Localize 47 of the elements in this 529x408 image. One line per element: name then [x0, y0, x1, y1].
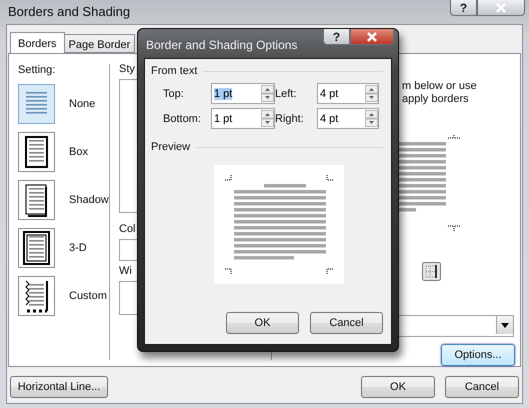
- instruction-text: m below or use: [402, 80, 477, 93]
- setting-option-label: Custom: [69, 290, 107, 302]
- bordered-page-icon[interactable]: [18, 276, 55, 316]
- spin-arrows-icon[interactable]: [365, 85, 378, 102]
- section-label: Preview: [151, 141, 190, 153]
- spin-field[interactable]: 4 pt: [317, 83, 379, 104]
- field-label: Left:: [275, 88, 298, 100]
- spin-arrows-icon[interactable]: [261, 85, 274, 102]
- options-button[interactable]: Options...: [441, 344, 515, 366]
- instruction-text: apply borders: [402, 93, 469, 106]
- section-label: From text: [151, 65, 198, 77]
- spin-arrows-icon[interactable]: [365, 110, 378, 127]
- spin-field[interactable]: 4 pt: [317, 108, 379, 129]
- ok-button[interactable]: OK: [361, 376, 435, 398]
- setting-option-label: None: [69, 98, 96, 110]
- field-label: Right:: [275, 112, 305, 124]
- field-label: Top:: [163, 88, 185, 100]
- tab[interactable]: Page Border: [64, 34, 136, 53]
- setting-option-label: Shadow: [69, 194, 109, 206]
- close-button[interactable]: [350, 29, 394, 45]
- spin-field[interactable]: 1 pt: [211, 108, 275, 129]
- tab[interactable]: Borders: [10, 32, 65, 53]
- style-label: Sty: [119, 63, 135, 75]
- window-title: Borders and Shading: [7, 3, 130, 19]
- bordered-page-icon[interactable]: [18, 228, 55, 268]
- dialog-title: Border and Shading Options: [145, 37, 298, 52]
- width-label: Wi: [119, 265, 132, 277]
- setting-option-label: Box: [69, 146, 88, 158]
- bordered-page-icon[interactable]: [18, 180, 55, 220]
- border-toggle-icon[interactable]: [422, 262, 441, 281]
- color-label: Col: [119, 223, 136, 235]
- close-icon: [366, 32, 378, 42]
- close-icon: [495, 2, 507, 12]
- spin-arrows-icon[interactable]: [261, 110, 274, 127]
- help-button[interactable]: ?: [323, 29, 350, 45]
- close-button[interactable]: [477, 0, 525, 16]
- horizontal-line-button[interactable]: Horizontal Line...: [10, 376, 108, 398]
- help-button[interactable]: ?: [450, 0, 477, 16]
- page-icon[interactable]: [18, 84, 55, 124]
- field-label: Bottom:: [163, 112, 202, 124]
- setting-label: Setting:: [18, 64, 56, 76]
- setting-option-label: 3-D: [69, 242, 87, 254]
- spin-field[interactable]: 1 pt: [211, 83, 275, 104]
- cancel-button[interactable]: Cancel: [310, 312, 383, 334]
- cancel-button[interactable]: Cancel: [445, 376, 519, 398]
- bordered-page-icon[interactable]: [18, 132, 55, 172]
- ok-button[interactable]: OK: [226, 312, 299, 334]
